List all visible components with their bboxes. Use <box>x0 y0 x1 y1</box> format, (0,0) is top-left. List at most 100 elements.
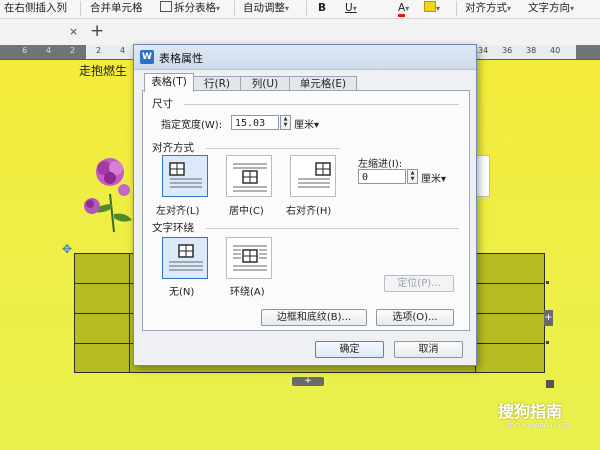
ribbon-divider <box>306 1 307 16</box>
ruler-number: 38 <box>526 46 537 55</box>
align-center-label[interactable]: 居中(C) <box>229 202 264 217</box>
wrap-none-label[interactable]: 无(N) <box>169 283 194 298</box>
wrap-section-title: 文字环绕 <box>152 222 194 234</box>
section-divider <box>206 228 459 229</box>
highlight-icon <box>424 1 436 12</box>
dialog-title-bar[interactable]: W 表格属性 <box>134 45 476 70</box>
table-resize-handle[interactable] <box>546 380 554 388</box>
ruler-number: 34 <box>478 46 489 55</box>
width-label: 指定宽度(W): <box>161 120 223 131</box>
underline-label: U <box>345 2 353 14</box>
table-cell[interactable] <box>74 343 130 373</box>
align-center-icon <box>233 163 267 192</box>
auto-fit-label: 自动调整 <box>243 2 285 14</box>
section-divider <box>206 148 340 149</box>
table-cell[interactable] <box>475 253 545 284</box>
ruler-number: 6 <box>22 46 28 55</box>
options-button[interactable]: 选项(O)... <box>376 309 454 326</box>
row-marker <box>546 341 549 344</box>
chevron-down-icon: ▾ <box>436 4 441 13</box>
underline-button[interactable]: U▾ <box>345 1 357 17</box>
borders-shading-button[interactable]: 边框和底纹(B)... <box>261 309 367 326</box>
alignment-label: 对齐方式 <box>465 2 507 14</box>
alignment-button[interactable]: 对齐方式▾ <box>465 1 511 17</box>
wrap-none-icon <box>169 244 203 271</box>
ruler-number: 4 <box>120 46 126 55</box>
split-table-button[interactable]: 拆分表格▾ <box>160 1 220 17</box>
cancel-button[interactable]: 取消 <box>394 341 463 358</box>
add-row-handle[interactable]: + <box>292 377 324 386</box>
align-right-icon <box>298 162 331 188</box>
text-direction-button[interactable]: 文字方向▾ <box>528 1 574 17</box>
highlight-button[interactable]: ▾ <box>424 1 440 17</box>
align-right-option[interactable] <box>290 155 336 197</box>
align-center-option[interactable] <box>226 155 272 197</box>
left-indent-label: 左缩进(I): <box>358 159 403 170</box>
auto-fit-button[interactable]: 自动调整▾ <box>243 1 289 17</box>
app-logo-icon: W <box>140 50 154 64</box>
ribbon-divider <box>234 1 235 16</box>
width-unit-select[interactable]: 厘米▾ <box>294 116 319 131</box>
left-indent-input[interactable]: 0 <box>358 169 406 184</box>
table-cell[interactable] <box>475 313 545 344</box>
table-cell[interactable] <box>74 283 130 314</box>
watermark-title: 搜狗指南 <box>498 402 563 421</box>
ribbon-toolbar: 在右侧插入列 合并单元格 拆分表格▾ 自动调整▾ B U▾ A▾ ▾ 对齐方式▾… <box>0 0 600 19</box>
split-table-icon <box>160 1 172 12</box>
width-input[interactable]: 15.03 <box>231 115 279 130</box>
ribbon-divider <box>456 1 457 16</box>
table-cell[interactable] <box>74 253 130 284</box>
document-tab-bar: × + <box>0 19 600 45</box>
ruler-number: 2 <box>96 46 102 55</box>
tab-table[interactable]: 表格(T) <box>144 73 194 92</box>
chevron-down-icon: ▾ <box>507 4 512 13</box>
merge-cells-button[interactable]: 合并单元格 <box>90 1 143 17</box>
dialog-title: 表格属性 <box>159 52 203 65</box>
table-cell[interactable] <box>475 343 545 373</box>
table-cell[interactable] <box>475 283 545 314</box>
ruler-number: 36 <box>502 46 513 55</box>
table-cell[interactable] <box>74 313 130 344</box>
ribbon-divider <box>80 1 81 16</box>
document-text-line[interactable]: 走抱燃生 <box>79 62 127 79</box>
left-indent-spinner[interactable]: ▲ ▼ <box>407 169 418 184</box>
decorative-white-box <box>476 155 490 197</box>
align-left-option[interactable] <box>162 155 208 197</box>
wrap-around-icon <box>233 245 267 271</box>
row-marker <box>546 281 549 284</box>
ruler-number: 40 <box>550 46 561 55</box>
wrap-around-label[interactable]: 环绕(A) <box>230 283 265 298</box>
chevron-down-icon: ▾ <box>352 4 357 13</box>
align-left-icon <box>169 162 202 188</box>
wrap-none-option[interactable] <box>162 237 208 279</box>
watermark: 搜狗指南 zhinan.sogou.com <box>498 398 570 429</box>
width-spinner[interactable]: ▲ ▼ <box>280 115 291 130</box>
flower-image <box>80 154 140 237</box>
ok-button[interactable]: 确定 <box>315 341 384 358</box>
add-column-handle[interactable]: + <box>544 310 553 326</box>
table-properties-dialog: W 表格属性 表格(T) 行(R) 列(U) 单元格(E) 尺寸 指定宽度(W)… <box>133 44 477 366</box>
add-tab-icon[interactable]: + <box>90 21 104 41</box>
font-color-button[interactable]: A▾ <box>398 1 409 17</box>
chevron-down-icon: ▾ <box>570 4 575 13</box>
align-right-label[interactable]: 右对齐(H) <box>286 202 331 217</box>
bold-button[interactable]: B <box>318 1 326 17</box>
table-move-handle-icon[interactable]: ✥ <box>62 242 72 256</box>
split-table-label: 拆分表格 <box>174 2 216 14</box>
align-left-label[interactable]: 左对齐(L) <box>156 202 199 217</box>
wrap-around-option[interactable] <box>226 237 272 279</box>
alignment-section-title: 对齐方式 <box>152 142 194 154</box>
watermark-url: zhinan.sogou.com <box>506 421 570 429</box>
chevron-down-icon: ▾ <box>405 4 410 13</box>
position-button[interactable]: 定位(P)... <box>384 275 454 292</box>
insert-column-right-button[interactable]: 在右侧插入列 <box>4 1 67 17</box>
ruler-number: 4 <box>46 46 52 55</box>
chevron-down-icon: ▾ <box>216 4 221 13</box>
left-indent-unit-select[interactable]: 厘米▾ <box>421 170 446 185</box>
text-direction-label: 文字方向 <box>528 2 570 14</box>
size-section-title: 尺寸 <box>152 98 173 110</box>
section-divider <box>184 104 459 105</box>
close-tab-icon[interactable]: × <box>69 25 78 38</box>
ruler-number: 2 <box>70 46 76 55</box>
chevron-down-icon: ▾ <box>285 4 290 13</box>
